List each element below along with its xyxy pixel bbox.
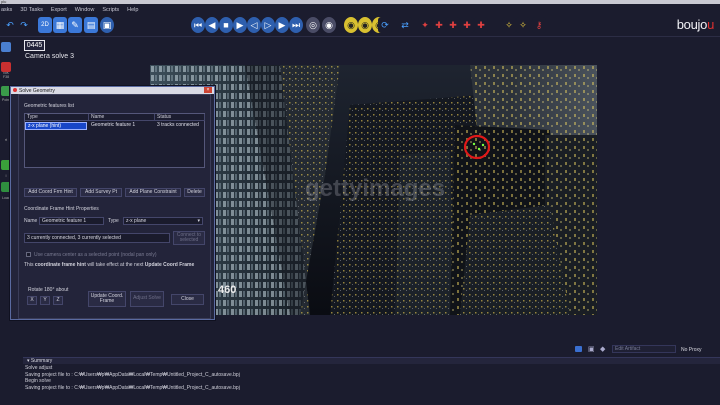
menu-help[interactable]: Help: [126, 7, 139, 13]
tool-camera-icon[interactable]: [1, 42, 11, 52]
menu-bar: asks 3D Tasks Export Window Scripts Help: [0, 4, 720, 15]
frame-number-box[interactable]: 0445: [24, 40, 45, 51]
status-row: ▣ ◆ Edit Artifact No Proxy: [0, 344, 720, 354]
type-select[interactable]: z-x plane ▾: [123, 217, 203, 225]
summary-label: Summary: [30, 358, 53, 364]
step-back-icon[interactable]: ◁: [247, 17, 261, 33]
close-button[interactable]: Close: [171, 294, 204, 305]
type-select-value: z-x plane: [126, 218, 147, 224]
next-key-icon[interactable]: ▶: [275, 17, 289, 33]
add-coord-frame-hint-button[interactable]: Add Coord Frm Hint: [24, 188, 77, 197]
stop-icon[interactable]: ■: [219, 17, 233, 33]
rotate-z-button[interactable]: Z: [53, 296, 63, 305]
viewport-frame-overlay: 460: [218, 284, 237, 296]
pin-b-icon[interactable]: ✚: [446, 17, 460, 33]
features-table: Type Name Status z-x plane (hint) Geomet…: [24, 113, 205, 168]
play-icon[interactable]: ▶: [233, 17, 247, 33]
layout-icon[interactable]: ▦: [53, 17, 67, 33]
graph-icon[interactable]: ▤: [84, 17, 98, 33]
col-type[interactable]: Type: [25, 114, 89, 121]
rotate-x-button[interactable]: X: [27, 296, 37, 305]
prev-key-icon[interactable]: ◀: [205, 17, 219, 33]
row-type-cell[interactable]: z-x plane (hint): [25, 122, 87, 130]
name-field[interactable]: Geometric feature 1: [39, 217, 104, 225]
pin-a-icon[interactable]: ✚: [432, 17, 446, 33]
key-icon[interactable]: ⚷: [532, 17, 546, 33]
marker-a-icon[interactable]: ◉: [344, 17, 358, 33]
image-viewport[interactable]: 460 gettyimages: [150, 65, 597, 315]
camera-center-checkbox[interactable]: [26, 252, 31, 257]
dialog-close-icon[interactable]: ×: [204, 87, 212, 93]
pin-c-icon[interactable]: ✚: [460, 17, 474, 33]
update-coord-frame-button[interactable]: Update Coord. Frame: [88, 291, 126, 307]
row-status-cell[interactable]: 3 tracks connected: [155, 122, 199, 128]
brand-logo: boujou: [676, 17, 715, 32]
summary-header[interactable]: ▾ Summary: [23, 357, 720, 364]
menu-export[interactable]: Export: [50, 7, 68, 13]
menu-3d-tasks[interactable]: 3D Tasks: [19, 7, 44, 13]
swap-icon[interactable]: ⇄: [398, 17, 412, 33]
tool-point-icon[interactable]: [1, 62, 11, 72]
row-name-cell[interactable]: Geometric feature 1: [89, 122, 135, 128]
step-fwd-icon[interactable]: ▷: [261, 17, 275, 33]
locator-icon[interactable]: ✦: [418, 17, 432, 33]
edit-artifact-field[interactable]: Edit Artifact: [612, 345, 676, 353]
dialog-app-icon: [13, 88, 17, 92]
loop-icon[interactable]: ⟳: [378, 17, 392, 33]
redo-icon[interactable]: ↷: [17, 17, 31, 33]
wand-b-icon[interactable]: ✧: [516, 17, 530, 33]
properties-label: Coordinate Frame Hint Properties: [24, 206, 99, 212]
main-toolbar: ↶↷2D▦✎▤▣⏮◀■▶◁▷▶⏭◎◉◉◉◉⟳⇄✦✚✚✚✚✧✧⚷: [0, 15, 720, 37]
info-text: This coordinate frame hint will take eff…: [24, 262, 195, 268]
delete-button[interactable]: Delete: [184, 188, 205, 197]
marker-b-icon[interactable]: ◉: [358, 17, 372, 33]
add-survey-point-button[interactable]: Add Survey Pt: [80, 188, 122, 197]
features-list-label: Geometric features list: [24, 103, 75, 109]
dialog-titlebar[interactable]: Solve Geometry ×: [11, 87, 214, 94]
pin-d-icon[interactable]: ✚: [474, 17, 488, 33]
wand-a-icon[interactable]: ✧: [502, 17, 516, 33]
solve-geometry-dialog: Solve Geometry × Geometric features list…: [10, 86, 215, 320]
menu-tasks[interactable]: asks: [0, 7, 13, 13]
fit-icon[interactable]: ◉: [322, 17, 336, 33]
type-label: Type: [108, 218, 119, 224]
camera-title: Camera solve 3: [25, 53, 75, 60]
track-icon[interactable]: ✎: [68, 17, 82, 33]
image-icon[interactable]: ▣: [100, 17, 114, 33]
proxy-label[interactable]: No Proxy: [681, 347, 702, 353]
menu-window[interactable]: Window: [74, 7, 96, 13]
rotate-label: Rotate 180° about: [28, 287, 69, 293]
2d-view-icon[interactable]: 2D: [38, 17, 52, 33]
first-frame-icon[interactable]: ⏮: [191, 17, 205, 33]
display-icon[interactable]: [575, 346, 582, 352]
tool-label-nik: NIK F38: [2, 71, 10, 79]
add-plane-constraint-button[interactable]: Add Plane Constraint: [125, 188, 181, 197]
name-label: Name: [24, 218, 38, 224]
menu-scripts[interactable]: Scripts: [101, 7, 120, 13]
dialog-title: Solve Geometry: [19, 87, 55, 94]
undo-icon[interactable]: ↶: [3, 17, 17, 33]
connection-status: 3 currently connected, 3 currently selec…: [24, 233, 170, 243]
zoom-icon[interactable]: ◎: [306, 17, 320, 33]
log-panel: Solve adjust Saving project file to : C:…: [23, 365, 720, 405]
watermark: gettyimages: [305, 175, 446, 202]
camera-center-label: Use camera center as a selected point (n…: [34, 252, 157, 258]
connect-to-selected-button[interactable]: Connect to selected: [173, 231, 205, 245]
col-name[interactable]: Name: [89, 114, 155, 121]
image-icon[interactable]: ▣: [588, 345, 595, 353]
chevron-down-icon: ▾: [197, 218, 200, 224]
log-line: Saving project file to : C:₩Users₩p₩AppD…: [25, 384, 240, 391]
adjust-solve-button[interactable]: Adjust Solve: [130, 291, 164, 307]
col-status[interactable]: Status: [155, 114, 205, 121]
last-frame-icon[interactable]: ⏭: [289, 17, 303, 33]
rotate-y-button[interactable]: Y: [40, 296, 50, 305]
right-panel: [597, 65, 720, 345]
eraser-icon[interactable]: ◆: [600, 345, 605, 353]
